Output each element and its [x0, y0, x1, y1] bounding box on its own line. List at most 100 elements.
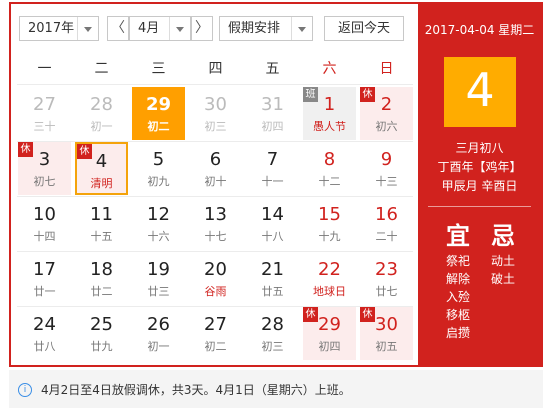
- day-number: 27: [33, 94, 56, 115]
- lunar-label: 廿五: [261, 285, 284, 298]
- day-cell[interactable]: 9 十三: [360, 142, 413, 195]
- holiday-notice: 4月2日至4日放假调休，共3天。4月1日（星期六）上班。: [41, 383, 351, 397]
- day-cell[interactable]: 班 1 愚人节: [303, 87, 356, 140]
- day-cell[interactable]: 14 十八: [246, 197, 299, 250]
- lunar-label: 初四: [261, 120, 284, 133]
- info-icon: i: [18, 383, 32, 397]
- weekday-label: 四: [208, 61, 223, 77]
- weekday-label: 二: [94, 61, 109, 77]
- ji-item: 动土: [490, 254, 515, 268]
- day-cell[interactable]: 13 十七: [189, 197, 242, 250]
- day-cell[interactable]: 29 初二: [132, 87, 185, 140]
- month-select[interactable]: 4月: [129, 16, 191, 41]
- day-cell[interactable]: 28 初一: [75, 87, 128, 140]
- day-cell[interactable]: 20 谷雨: [189, 252, 242, 305]
- day-cell[interactable]: 19 廿三: [132, 252, 185, 305]
- weekday-header: 一二三四五六日: [17, 54, 413, 84]
- day-cell[interactable]: 25 廿九: [75, 307, 128, 360]
- chevron-down-icon: [169, 17, 190, 40]
- calendar-grid: 27 三十 28 初一 29 初二 30 初三 31 初四班 1 愚人节休 2 初六休 3 初七休 4 清明 5 初九…: [17, 86, 413, 362]
- day-number: 29: [318, 314, 341, 335]
- lunar-label: 地球日: [313, 285, 346, 298]
- weekday-label: 五: [265, 61, 280, 77]
- lunar-label: 清明: [90, 177, 113, 190]
- year-select[interactable]: 2017年: [19, 16, 99, 41]
- divider: [428, 206, 531, 207]
- day-cell[interactable]: 10 十四: [18, 197, 71, 250]
- date-detail-panel: 2017-04-04 星期二 4 三月初八 丁酉年【鸡年】 甲辰月 辛酉日 宜 …: [418, 4, 541, 365]
- calendar-widget: 2017年 〈 4月 〉 假期安排 返回今天 一二三四五六日 27 三十 28 初一 2…: [9, 2, 543, 367]
- lunar-label: 谷雨: [204, 285, 227, 298]
- prev-month-button[interactable]: 〈: [107, 16, 129, 41]
- day-cell[interactable]: 11 十五: [75, 197, 128, 250]
- ji-item: 破土: [490, 272, 515, 286]
- day-number: 9: [380, 149, 393, 170]
- chevron-down-icon: [291, 17, 312, 40]
- lunar-label: 二十: [375, 230, 398, 243]
- lunar-label: 廿八: [33, 340, 56, 353]
- lunar-label: 十五: [90, 230, 113, 243]
- lunar-label: 初二: [147, 120, 170, 133]
- day-cell[interactable]: 休 3 初七: [18, 142, 71, 195]
- day-cell[interactable]: 24 廿八: [18, 307, 71, 360]
- day-cell[interactable]: 26 初一: [132, 307, 185, 360]
- day-cell[interactable]: 15 十九: [303, 197, 356, 250]
- day-number: 27: [204, 314, 227, 335]
- day-cell[interactable]: 27 初二: [189, 307, 242, 360]
- day-number: 23: [375, 259, 398, 280]
- lunar-label: 愚人节: [313, 120, 346, 133]
- day-number: 20: [204, 259, 227, 280]
- day-cell[interactable]: 27 三十: [18, 87, 71, 140]
- day-cell[interactable]: 28 初三: [246, 307, 299, 360]
- yi-item: 入殓: [445, 290, 470, 304]
- lunar-label: 十七: [204, 230, 227, 243]
- lunar-label: 十三: [375, 175, 398, 188]
- day-cell[interactable]: 5 初九: [132, 142, 185, 195]
- day-cell[interactable]: 6 初十: [189, 142, 242, 195]
- day-cell[interactable]: 8 十二: [303, 142, 356, 195]
- lunar-label: 廿二: [90, 285, 113, 298]
- day-cell[interactable]: 7 十一: [246, 142, 299, 195]
- row-divider: [17, 251, 413, 252]
- lunar-label: 初九: [147, 175, 170, 188]
- day-cell[interactable]: 16 二十: [360, 197, 413, 250]
- lunar-label: 初三: [204, 120, 227, 133]
- yi-item: 移柩: [445, 308, 470, 322]
- day-number: 19: [147, 259, 170, 280]
- day-cell[interactable]: 31 初四: [246, 87, 299, 140]
- day-cell[interactable]: 休 30 初五: [360, 307, 413, 360]
- yi-item: 祭祀: [445, 254, 470, 268]
- day-number: 12: [147, 204, 170, 225]
- row-divider: [17, 141, 413, 142]
- day-cell[interactable]: 23 廿七: [360, 252, 413, 305]
- day-cell[interactable]: 休 4 清明: [75, 142, 128, 195]
- day-number: 28: [90, 94, 113, 115]
- day-number: 1: [323, 94, 336, 115]
- day-cell[interactable]: 12 十六: [132, 197, 185, 250]
- day-cell[interactable]: 17 廿一: [18, 252, 71, 305]
- next-month-button[interactable]: 〉: [191, 16, 213, 41]
- day-number: 4: [95, 151, 108, 172]
- day-number: 29: [145, 94, 172, 115]
- big-day-number: 4: [465, 63, 495, 117]
- day-cell[interactable]: 22 地球日: [303, 252, 356, 305]
- day-cell[interactable]: 18 廿二: [75, 252, 128, 305]
- lunar-label: 十二: [318, 175, 341, 188]
- day-number: 13: [204, 204, 227, 225]
- ganzhi-month-day: 甲辰月 辛酉日: [441, 179, 518, 193]
- lunar-label: 初七: [33, 175, 56, 188]
- day-cell[interactable]: 21 廿五: [246, 252, 299, 305]
- lunar-label: 廿九: [90, 340, 113, 353]
- weekday-label: 一: [37, 61, 52, 77]
- big-day-box: 4: [444, 57, 516, 127]
- lunar-label: 十九: [318, 230, 341, 243]
- day-number: 8: [323, 149, 336, 170]
- day-number: 24: [33, 314, 56, 335]
- lunar-label: 十一: [261, 175, 284, 188]
- day-cell[interactable]: 休 29 初四: [303, 307, 356, 360]
- holiday-select[interactable]: 假期安排: [219, 16, 313, 41]
- day-cell[interactable]: 30 初三: [189, 87, 242, 140]
- month-select-value: 4月: [138, 21, 160, 36]
- back-to-today-button[interactable]: 返回今天: [324, 16, 404, 41]
- day-cell[interactable]: 休 2 初六: [360, 87, 413, 140]
